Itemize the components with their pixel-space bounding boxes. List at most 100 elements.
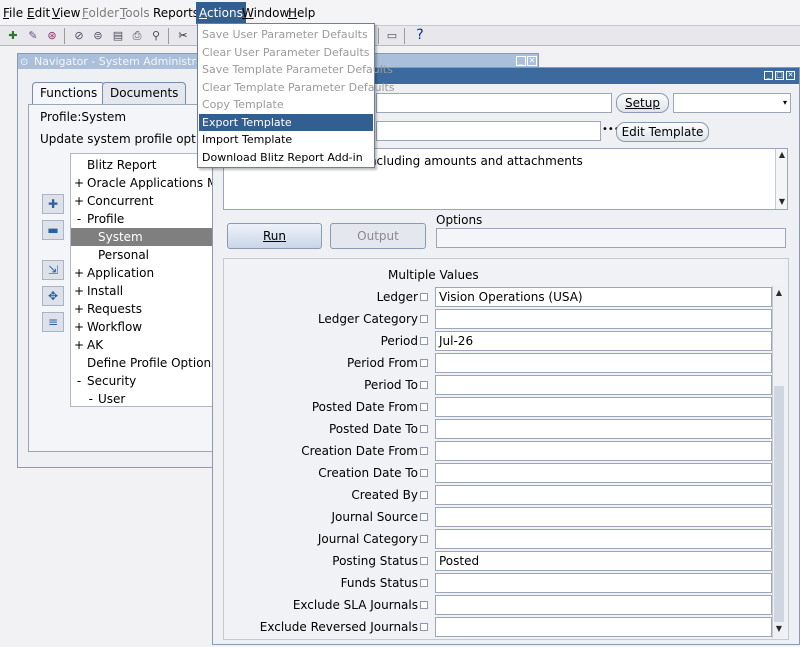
menu-window[interactable]: Window: [242, 6, 289, 20]
multiple-values-checkbox[interactable]: [420, 381, 428, 389]
description-scrollbar[interactable]: ▲ ▼: [775, 149, 787, 209]
minimize-icon[interactable]: _: [516, 56, 526, 66]
tree-node[interactable]: + Concurrent: [71, 192, 227, 210]
param-value-field[interactable]: [435, 617, 772, 637]
save-icon[interactable]: ▤: [110, 28, 126, 43]
multiple-values-checkbox[interactable]: [420, 293, 428, 301]
menu-item-save-template-defaults[interactable]: Save Template Parameter Defaults: [199, 61, 393, 78]
collapse-button[interactable]: ▬: [42, 220, 64, 240]
menu-item-clear-user-defaults[interactable]: Clear User Parameter Defaults: [199, 44, 373, 61]
menu-item-copy-template[interactable]: Copy Template: [199, 96, 373, 113]
tree-node-selected[interactable]: System: [71, 228, 227, 246]
multiple-values-checkbox[interactable]: [420, 403, 428, 411]
param-value-field[interactable]: Posted: [435, 551, 772, 571]
param-value-field[interactable]: [435, 573, 772, 593]
collapse-all-button[interactable]: ≡: [42, 312, 64, 332]
tree-node[interactable]: - Security: [71, 372, 227, 390]
param-value-field[interactable]: [435, 595, 772, 615]
run-button[interactable]: Run: [227, 223, 322, 249]
menu-help[interactable]: Help: [288, 6, 315, 20]
folder-icon[interactable]: ⊘: [71, 28, 87, 43]
zoom-icon[interactable]: ⊛: [44, 28, 60, 43]
cut-icon[interactable]: ✂: [175, 28, 191, 43]
minimize-icon[interactable]: _: [764, 71, 773, 80]
multiple-values-checkbox[interactable]: [420, 491, 428, 499]
scroll-up-icon[interactable]: ▲: [777, 150, 787, 160]
maximize-icon[interactable]: □: [775, 71, 784, 80]
param-value-field[interactable]: [435, 441, 772, 461]
menu-item-download-addin[interactable]: Download Blitz Report Add-in: [199, 149, 373, 166]
param-value-field[interactable]: [435, 507, 772, 527]
menu-item-clear-template-defaults[interactable]: Clear Template Parameter Defaults: [199, 79, 395, 96]
menu-item-export-template[interactable]: Export Template: [199, 114, 373, 131]
multiple-values-checkbox[interactable]: [420, 513, 428, 521]
menu-folder[interactable]: Folder: [82, 6, 119, 20]
options-field[interactable]: [436, 228, 786, 248]
scroll-thumb[interactable]: [774, 386, 784, 622]
multiple-values-checkbox[interactable]: [420, 315, 428, 323]
menu-edit[interactable]: Edit: [27, 6, 50, 20]
tree-node[interactable]: + Install: [71, 282, 227, 300]
param-value-field[interactable]: [435, 397, 772, 417]
template-field[interactable]: [376, 121, 601, 141]
multiple-values-checkbox[interactable]: [420, 447, 428, 455]
report-name-field[interactable]: [376, 93, 612, 113]
tree-node[interactable]: - Profile: [71, 210, 227, 228]
attach-icon[interactable]: ⚲: [148, 28, 164, 43]
menu-tools[interactable]: Tools: [120, 6, 150, 20]
param-value-field[interactable]: Vision Operations (USA): [435, 287, 772, 307]
multiple-values-checkbox[interactable]: [420, 579, 428, 587]
new-icon[interactable]: ✚: [5, 28, 21, 43]
menu-view[interactable]: View: [52, 6, 80, 20]
menu-reports[interactable]: Reports: [153, 6, 199, 20]
tree-node[interactable]: Personal: [71, 246, 227, 264]
param-value-field[interactable]: [435, 463, 772, 483]
multiple-values-checkbox[interactable]: [420, 337, 428, 345]
multiple-values-checkbox[interactable]: [420, 469, 428, 477]
param-value-field[interactable]: [435, 375, 772, 395]
menu-item-save-user-defaults[interactable]: Save User Parameter Defaults: [199, 26, 373, 43]
edit-template-button[interactable]: Edit Template: [616, 122, 709, 142]
tree-node[interactable]: Define Profile Options: [71, 354, 227, 372]
setup-button[interactable]: Setup: [616, 93, 669, 113]
output-button[interactable]: Output: [330, 223, 426, 249]
close-icon[interactable]: ✕: [527, 56, 537, 66]
menu-file[interactable]: File: [3, 6, 23, 20]
lov-icon[interactable]: •••: [602, 123, 620, 139]
param-value-field[interactable]: [435, 309, 772, 329]
tree-node[interactable]: + AK: [71, 336, 227, 354]
scroll-down-icon[interactable]: ▼: [777, 197, 787, 207]
close-icon[interactable]: ✕: [786, 71, 795, 80]
edit-icon[interactable]: ✎: [25, 28, 41, 43]
menu-actions[interactable]: Actions: [196, 2, 246, 24]
setup-select[interactable]: ▾: [673, 93, 791, 113]
tab-functions[interactable]: Functions: [32, 82, 106, 104]
tree-node[interactable]: + Workflow: [71, 318, 227, 336]
multiple-values-checkbox[interactable]: [420, 623, 428, 631]
param-value-field[interactable]: [435, 353, 772, 373]
tree-node[interactable]: + Requests: [71, 300, 227, 318]
multiple-values-checkbox[interactable]: [420, 359, 428, 367]
tree-node[interactable]: - User: [71, 390, 227, 406]
tab-documents[interactable]: Documents: [102, 82, 187, 104]
multiple-values-checkbox[interactable]: [420, 425, 428, 433]
multiple-values-checkbox[interactable]: [420, 535, 428, 543]
scroll-down-icon[interactable]: ▼: [774, 624, 784, 634]
parameters-scrollbar[interactable]: ▲ ▼: [772, 286, 785, 638]
help-icon[interactable]: ?: [412, 28, 428, 43]
param-value-field[interactable]: Jul-26: [435, 331, 772, 351]
lock-icon[interactable]: ▭: [384, 28, 400, 43]
multiple-values-checkbox[interactable]: [420, 557, 428, 565]
param-value-field[interactable]: [435, 529, 772, 549]
open-icon[interactable]: ⊜: [90, 28, 106, 43]
print-icon[interactable]: ⎙: [129, 28, 145, 43]
scroll-up-icon[interactable]: ▲: [774, 288, 784, 298]
expand-all-button[interactable]: ✥: [42, 286, 64, 306]
tree-node[interactable]: + Application: [71, 264, 227, 282]
expand-button[interactable]: ✚: [42, 194, 64, 214]
tree-node[interactable]: + Oracle Applications Ma: [71, 174, 227, 192]
menu-item-import-template[interactable]: Import Template: [199, 131, 373, 148]
expand-branch-button[interactable]: ⇲: [42, 260, 64, 280]
param-value-field[interactable]: [435, 419, 772, 439]
param-value-field[interactable]: [435, 485, 772, 505]
